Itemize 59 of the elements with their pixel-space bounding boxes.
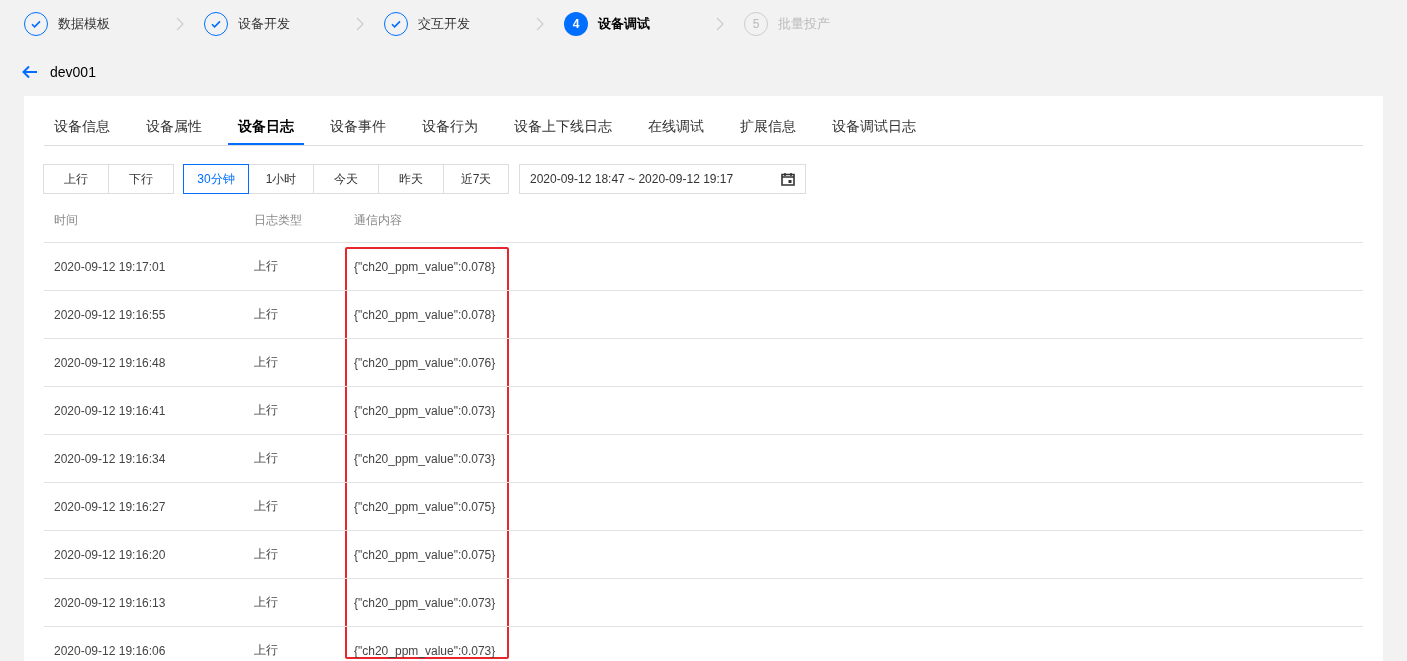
tab[interactable]: 扩展信息 [730, 110, 806, 145]
table-cell-text: 2020-09-12 19:16:27 [53, 499, 167, 514]
date-range-field[interactable]: 2020-09-12 18:47 ~ 2020-09-12 19:17 [519, 164, 806, 194]
table-cell-text: 2020-09-12 19:16:48 [53, 355, 167, 370]
step-label: 设备调试 [598, 15, 650, 33]
table-cell-text: 2020-09-12 19:16:06 [53, 643, 167, 658]
tab[interactable]: 设备属性 [136, 110, 212, 145]
chevron-icon [536, 17, 544, 31]
table-cell-text: 2020-09-12 19:17:01 [53, 259, 167, 274]
tab[interactable]: 设备日志 [228, 110, 304, 145]
tab[interactable]: 设备上下线日志 [504, 110, 622, 145]
table-cell-text: {"ch20_ppm_value":0.075} [353, 547, 497, 562]
back-arrow-icon[interactable] [22, 65, 38, 79]
table-cell-text: 上行 [253, 354, 279, 371]
table-cell-text: {"ch20_ppm_value":0.073} [353, 403, 497, 418]
table-cell-text: {"ch20_ppm_value":0.075} [353, 499, 497, 514]
table-cell-text: 2020-09-12 19:16:55 [53, 307, 167, 322]
chevron-icon [716, 17, 724, 31]
range-button[interactable]: 近7天 [443, 164, 509, 194]
range-button[interactable]: 昨天 [378, 164, 444, 194]
table-cell-text: 2020-09-12 19:16:20 [53, 547, 167, 562]
range-button[interactable]: 今天 [313, 164, 379, 194]
chevron-icon [176, 17, 184, 31]
table-cell-text: 上行 [253, 258, 279, 275]
tab[interactable]: 设备调试日志 [822, 110, 926, 145]
column-header: 日志类型 [253, 211, 303, 229]
table-cell-text: {"ch20_ppm_value":0.078} [353, 307, 497, 322]
table-cell-text: {"ch20_ppm_value":0.073} [353, 451, 497, 466]
table-cell-text: 上行 [253, 642, 279, 659]
range-button[interactable]: 30分钟 [183, 164, 249, 194]
table-cell-text: 上行 [253, 402, 279, 419]
table-cell-text: {"ch20_ppm_value":0.073} [353, 643, 497, 658]
step-label: 数据模板 [58, 15, 110, 33]
tab[interactable]: 设备行为 [412, 110, 488, 145]
table-cell-text: 2020-09-12 19:16:34 [53, 451, 167, 466]
table-cell-text: 上行 [253, 546, 279, 563]
tab[interactable]: 在线调试 [638, 110, 714, 145]
table-cell-text: 上行 [253, 594, 279, 611]
device-name: dev001 [50, 64, 96, 80]
table-cell-text: 上行 [253, 498, 279, 515]
table-cell-text: 上行 [253, 450, 279, 467]
table-cell-text: 2020-09-12 19:16:13 [53, 595, 167, 610]
direction-button[interactable]: 下行 [108, 164, 174, 194]
tab[interactable]: 设备信息 [44, 110, 120, 145]
table-cell-text: {"ch20_ppm_value":0.073} [353, 595, 497, 610]
step-number: 4 [564, 12, 588, 36]
table-cell-text: {"ch20_ppm_value":0.078} [353, 259, 497, 274]
calendar-icon[interactable] [781, 172, 795, 186]
step-label: 交互开发 [418, 15, 470, 33]
column-header: 时间 [53, 211, 79, 229]
step-label: 设备开发 [238, 15, 290, 33]
chevron-icon [356, 17, 364, 31]
table-cell-text: {"ch20_ppm_value":0.076} [353, 355, 497, 370]
column-header: 通信内容 [353, 211, 403, 229]
table-cell-text: 2020-09-12 19:16:41 [53, 403, 167, 418]
direction-button[interactable]: 上行 [43, 164, 109, 194]
range-button[interactable]: 1小时 [248, 164, 314, 194]
tab[interactable]: 设备事件 [320, 110, 396, 145]
table-cell-text: 上行 [253, 306, 279, 323]
